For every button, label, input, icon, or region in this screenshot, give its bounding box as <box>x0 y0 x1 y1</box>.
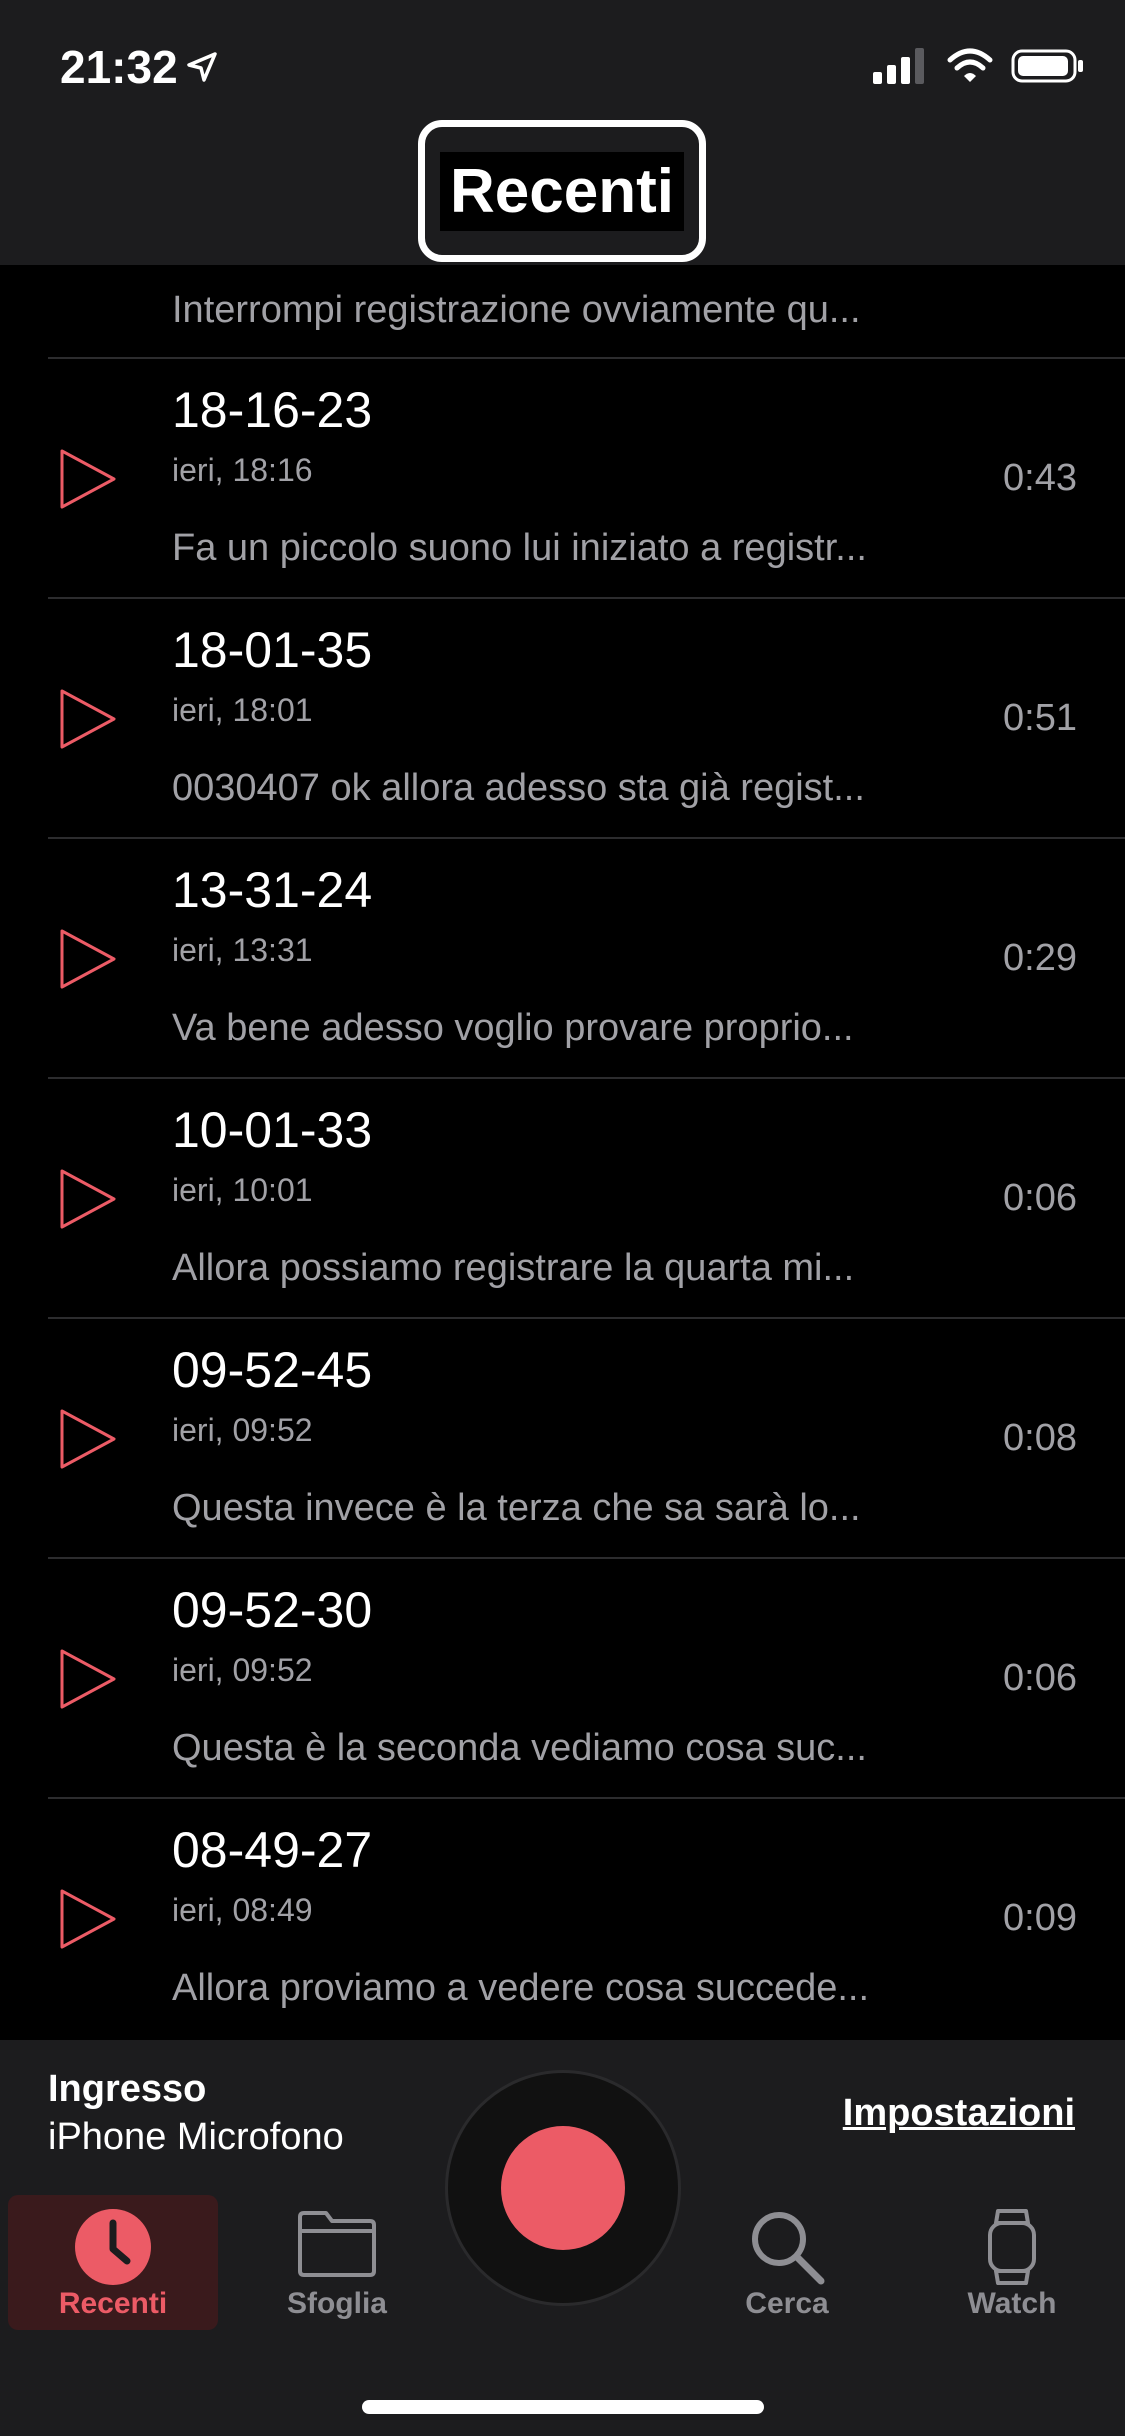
page-title: Recenti <box>440 151 684 231</box>
recording-date: ieri, 09:52 <box>172 1412 313 1448</box>
list-item[interactable]: 18-01-35 ieri, 18:01 0:51 0030407 ok all… <box>0 599 1125 839</box>
recordings-list[interactable]: Interrompi registrazione ovviamente qu..… <box>0 265 1125 2040</box>
recording-title: 10-01-33 <box>172 1102 373 1158</box>
list-item[interactable]: 09-52-45 ieri, 09:52 0:08 Questa invece … <box>0 1319 1125 1559</box>
recording-duration: 0:08 <box>1003 1417 1077 1459</box>
list-item[interactable]: 13-31-24 ieri, 13:31 0:29 Va bene adesso… <box>0 839 1125 1079</box>
recording-title: 09-52-30 <box>172 1582 373 1638</box>
recording-title: 13-31-24 <box>172 862 373 918</box>
bottom-panel: Ingresso iPhone Microfono Impostazioni R… <box>0 2040 1125 2436</box>
transcript-preview: Allora possiamo registrare la quarta mi.… <box>172 1247 855 1289</box>
home-indicator[interactable] <box>362 2400 764 2414</box>
recording-duration: 0:09 <box>1003 1897 1077 1939</box>
recording-date: ieri, 13:31 <box>172 932 313 968</box>
play-icon[interactable] <box>58 1887 118 1951</box>
recording-title: 09-52-45 <box>172 1342 373 1398</box>
status-time: 21:32 <box>60 41 178 93</box>
recording-date: ieri, 10:01 <box>172 1172 313 1208</box>
tab-label: Cerca <box>745 2287 829 2320</box>
recording-duration: 0:06 <box>1003 1657 1077 1699</box>
tab-label: Sfoglia <box>286 2287 387 2320</box>
tab-watch[interactable]: Watch <box>907 2195 1117 2330</box>
input-source: iPhone Microfono <box>48 2116 344 2158</box>
header-title-box: Recenti <box>418 120 706 262</box>
play-icon[interactable] <box>58 927 118 991</box>
transcript-preview: Interrompi registrazione ovviamente qu..… <box>172 289 861 331</box>
play-icon[interactable] <box>58 447 118 511</box>
recording-date: ieri, 09:52 <box>172 1652 313 1688</box>
recording-duration: 0:06 <box>1003 1177 1077 1219</box>
list-item[interactable]: 08-49-27 ieri, 08:49 0:09 Allora proviam… <box>0 1799 1125 2039</box>
recording-date: ieri, 18:16 <box>172 452 313 488</box>
record-dot-icon <box>501 2126 625 2250</box>
recording-duration: 0:29 <box>1003 937 1077 979</box>
wifi-icon <box>947 48 993 82</box>
recording-title: 18-01-35 <box>172 622 373 678</box>
recording-duration: 0:43 <box>1003 457 1077 499</box>
battery-icon <box>1011 49 1083 83</box>
tab-recenti[interactable]: Recenti <box>8 2195 218 2330</box>
transcript-preview: Allora proviamo a vedere cosa succede... <box>172 1967 870 2009</box>
recording-title: 08-49-27 <box>172 1822 373 1878</box>
play-icon[interactable] <box>58 1167 118 1231</box>
transcript-preview: Fa un piccolo suono lui iniziato a regis… <box>172 527 867 569</box>
list-item-partial[interactable]: Interrompi registrazione ovviamente qu..… <box>0 265 1125 359</box>
play-icon[interactable] <box>58 687 118 751</box>
list-item[interactable]: 09-52-30 ieri, 09:52 0:06 Questa è la se… <box>0 1559 1125 1799</box>
list-item[interactable]: 10-01-33 ieri, 10:01 0:06 Allora possiam… <box>0 1079 1125 1319</box>
recording-duration: 0:51 <box>1003 697 1077 739</box>
settings-link[interactable]: Impostazioni <box>843 2092 1075 2135</box>
folder-icon <box>298 2211 376 2277</box>
clock-icon <box>75 2209 151 2285</box>
tab-sfoglia[interactable]: Sfoglia <box>232 2195 442 2330</box>
input-label: Ingresso <box>48 2068 207 2110</box>
transcript-preview: Questa invece è la terza che sa sarà lo.… <box>172 1487 861 1529</box>
play-icon[interactable] <box>58 1647 118 1711</box>
list-item[interactable]: 18-16-23 ieri, 18:16 0:43 Fa un piccolo … <box>0 359 1125 599</box>
watch-icon <box>988 2209 1036 2285</box>
tab-cerca[interactable]: Cerca <box>682 2195 892 2330</box>
recording-date: ieri, 18:01 <box>172 692 313 728</box>
tab-label: Watch <box>967 2287 1057 2320</box>
recording-date: ieri, 08:49 <box>172 1892 313 1928</box>
record-button[interactable] <box>445 2070 681 2306</box>
top-bar: 21:32 Recenti <box>0 0 1125 265</box>
transcript-preview: Questa è la seconda vediamo cosa suc... <box>172 1727 867 1769</box>
transcript-preview: Va bene adesso voglio provare proprio... <box>172 1007 854 1049</box>
play-icon[interactable] <box>58 1407 118 1471</box>
status-indicators <box>873 48 1085 84</box>
magnifier-icon <box>752 2212 825 2285</box>
cellular-signal-icon <box>873 48 924 84</box>
recording-title: 18-16-23 <box>172 382 373 438</box>
transcript-preview: 0030407 ok allora adesso sta già regist.… <box>172 767 865 809</box>
tab-label: Recenti <box>58 2287 168 2320</box>
location-arrow-icon <box>187 52 217 82</box>
